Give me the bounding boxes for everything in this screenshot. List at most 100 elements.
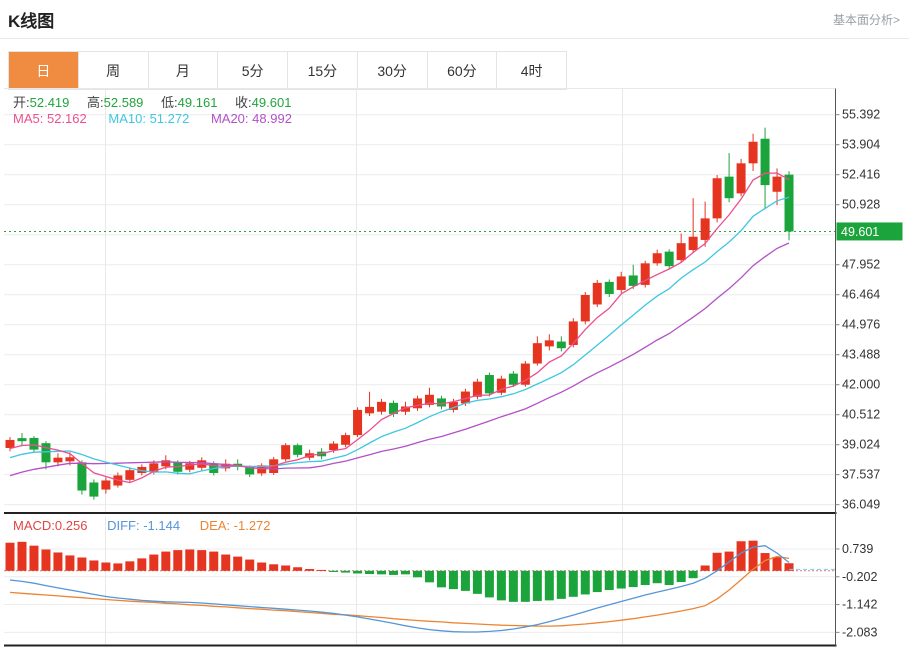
candle-body (65, 457, 74, 461)
candle-body (101, 480, 110, 489)
candle-body (485, 375, 494, 393)
ma5-line (10, 173, 789, 483)
candle-body (737, 163, 746, 193)
candle-body (509, 374, 518, 385)
candle-body (593, 283, 602, 305)
macd-bar (473, 571, 482, 594)
macd-bar (257, 563, 266, 571)
low-value: 49.161 (178, 95, 218, 110)
price-axis-label: 43.488 (842, 348, 880, 362)
macd-value: MACD:0.256 (13, 518, 87, 533)
macd-bar (629, 571, 638, 587)
low-label: 低: (161, 95, 178, 110)
candle-body (41, 443, 50, 462)
macd-bar (329, 571, 338, 572)
macd-bar (305, 569, 314, 571)
macd-bar (653, 571, 662, 583)
ma-readout: MA5: 52.162 MA10: 51.272 MA20: 48.992 (13, 111, 292, 126)
macd-bar (29, 546, 38, 571)
close-label: 收: (235, 95, 252, 110)
macd-bar (437, 571, 446, 588)
candle-body (557, 342, 566, 349)
macd-bar (677, 571, 686, 582)
candle-body (281, 445, 290, 459)
macd-bar (701, 565, 710, 570)
price-axis-label: 40.512 (842, 408, 880, 422)
dea-value: DEA: -1.272 (200, 518, 271, 533)
macd-bar (389, 571, 398, 575)
macd-bar (605, 571, 614, 590)
macd-bar (245, 560, 254, 571)
macd-bar (761, 553, 770, 571)
candle-body (17, 438, 26, 441)
candle-body (413, 398, 422, 408)
macd-bar (341, 571, 350, 573)
macd-bar (593, 571, 602, 592)
macd-bar (197, 550, 206, 571)
macd-axis-label: -0.202 (842, 570, 877, 584)
ohlc-readout: 开:52.419 高:52.589 低:49.161 收:49.601 (13, 92, 305, 111)
price-axis-label: 46.464 (842, 288, 880, 302)
macd-bar (149, 555, 158, 571)
price-axis-label: 44.976 (842, 318, 880, 332)
macd-readout: MACD:0.256 DIFF: -1.144 DEA: -1.272 (13, 518, 271, 533)
candle-body (617, 276, 626, 290)
candle-body (545, 340, 554, 346)
candle-body (605, 282, 614, 294)
candle-body (629, 275, 638, 285)
macd-axis-label: -2.083 (842, 625, 877, 639)
price-axis-label: 50.928 (842, 198, 880, 212)
ma20-line (10, 243, 789, 476)
macd-bar (449, 571, 458, 589)
price-axis-label: 52.416 (842, 168, 880, 182)
macd-bar (425, 571, 434, 583)
macd-bar (689, 571, 698, 578)
macd-bar (185, 550, 194, 571)
macd-bar (65, 555, 74, 570)
macd-bar (461, 571, 470, 591)
macd-bar (41, 550, 50, 571)
candle-body (53, 458, 62, 463)
candle-body (293, 445, 302, 455)
high-value: 52.589 (104, 95, 144, 110)
macd-bar (293, 567, 302, 571)
macd-bar (377, 571, 386, 575)
candle-body (581, 295, 590, 321)
price-axis-label: 53.904 (842, 138, 880, 152)
macd-bar (221, 555, 230, 571)
candle-body (89, 482, 98, 496)
macd-bar (617, 571, 626, 589)
candle-body (437, 398, 446, 406)
macd-bar (281, 565, 290, 570)
ma5-readout: MA5: 52.162 (13, 111, 87, 126)
macd-bar (77, 557, 86, 570)
macd-bar (113, 563, 122, 570)
macd-bar (569, 571, 578, 597)
candle-body (665, 252, 674, 267)
candle-body (353, 410, 362, 435)
macd-bar (269, 564, 278, 571)
macd-bar (137, 558, 146, 570)
candle-body (725, 177, 734, 199)
macd-axis-label: -1.142 (842, 598, 877, 612)
open-value: 52.419 (30, 95, 70, 110)
candle-body (761, 139, 770, 185)
macd-bar (173, 550, 182, 571)
macd-bar (209, 552, 218, 571)
candle-body (341, 435, 350, 445)
macd-bar (365, 571, 374, 574)
candle-body (473, 382, 482, 397)
macd-bar (89, 560, 98, 570)
close-value: 49.601 (252, 95, 292, 110)
macd-bar (545, 571, 554, 601)
price-axis-label: 47.952 (842, 258, 880, 272)
current-price-tag-label: 49.601 (841, 225, 879, 239)
macd-bar (401, 571, 410, 575)
candle-body (125, 470, 134, 480)
price-axis-label: 39.024 (842, 438, 880, 452)
price-axis-label: 55.392 (842, 108, 880, 122)
price-axis-label: 36.049 (842, 498, 880, 512)
high-label: 高: (87, 95, 104, 110)
macd-bar (581, 571, 590, 595)
macd-axis-label: 0.739 (842, 542, 873, 556)
